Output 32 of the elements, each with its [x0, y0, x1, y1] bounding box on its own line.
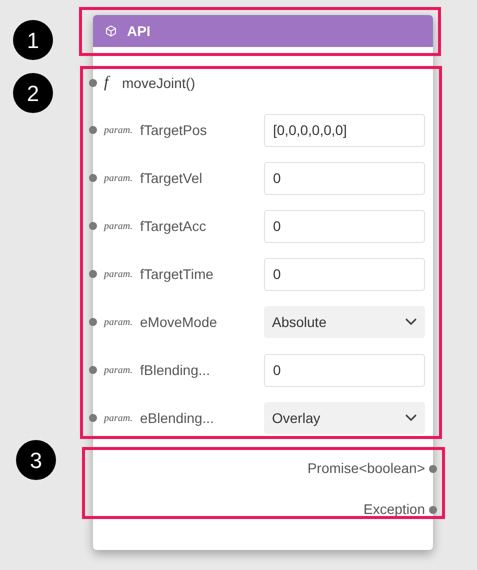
- output-label: Exception: [364, 500, 425, 519]
- chevron-down-icon: [405, 318, 417, 326]
- node-title: API: [127, 22, 150, 40]
- param-name: eMoveMode: [140, 312, 218, 332]
- mode-dropdown[interactable]: Absolute: [264, 306, 425, 338]
- param-name: fBlending...: [140, 360, 212, 380]
- function-name: moveJoint(): [122, 74, 196, 93]
- value-field[interactable]: [0,0,0,0,0,0]: [264, 114, 425, 146]
- param-tag: param.: [104, 218, 140, 234]
- param-tag: param.: [104, 122, 140, 138]
- callout-badge: 3: [16, 440, 56, 480]
- param-name: fTargetTime: [140, 264, 214, 284]
- param-name: fTargetAcc: [140, 216, 208, 236]
- output-label: Promise<boolean>: [307, 459, 425, 478]
- param-name: fTargetVel: [140, 168, 204, 188]
- cube-icon: [105, 25, 117, 37]
- callout-badge: 2: [13, 73, 53, 113]
- value-field[interactable]: 0: [264, 162, 425, 194]
- param-tag: param.: [104, 362, 140, 378]
- value-field[interactable]: 0: [264, 354, 425, 386]
- chevron-down-icon: [405, 414, 417, 422]
- param-tag: param.: [104, 314, 140, 330]
- function-icon: f: [104, 71, 122, 95]
- param-tag: param.: [104, 170, 140, 186]
- value-field[interactable]: 0: [264, 210, 425, 242]
- callout-badge: 1: [13, 20, 53, 60]
- param-name: eBlending...: [140, 408, 215, 428]
- value-field[interactable]: 0: [264, 258, 425, 290]
- param-tag: param.: [104, 266, 140, 282]
- mode-dropdown[interactable]: Overlay: [264, 402, 425, 434]
- param-tag: param.: [104, 410, 140, 426]
- param-name: fTargetPos: [140, 120, 208, 140]
